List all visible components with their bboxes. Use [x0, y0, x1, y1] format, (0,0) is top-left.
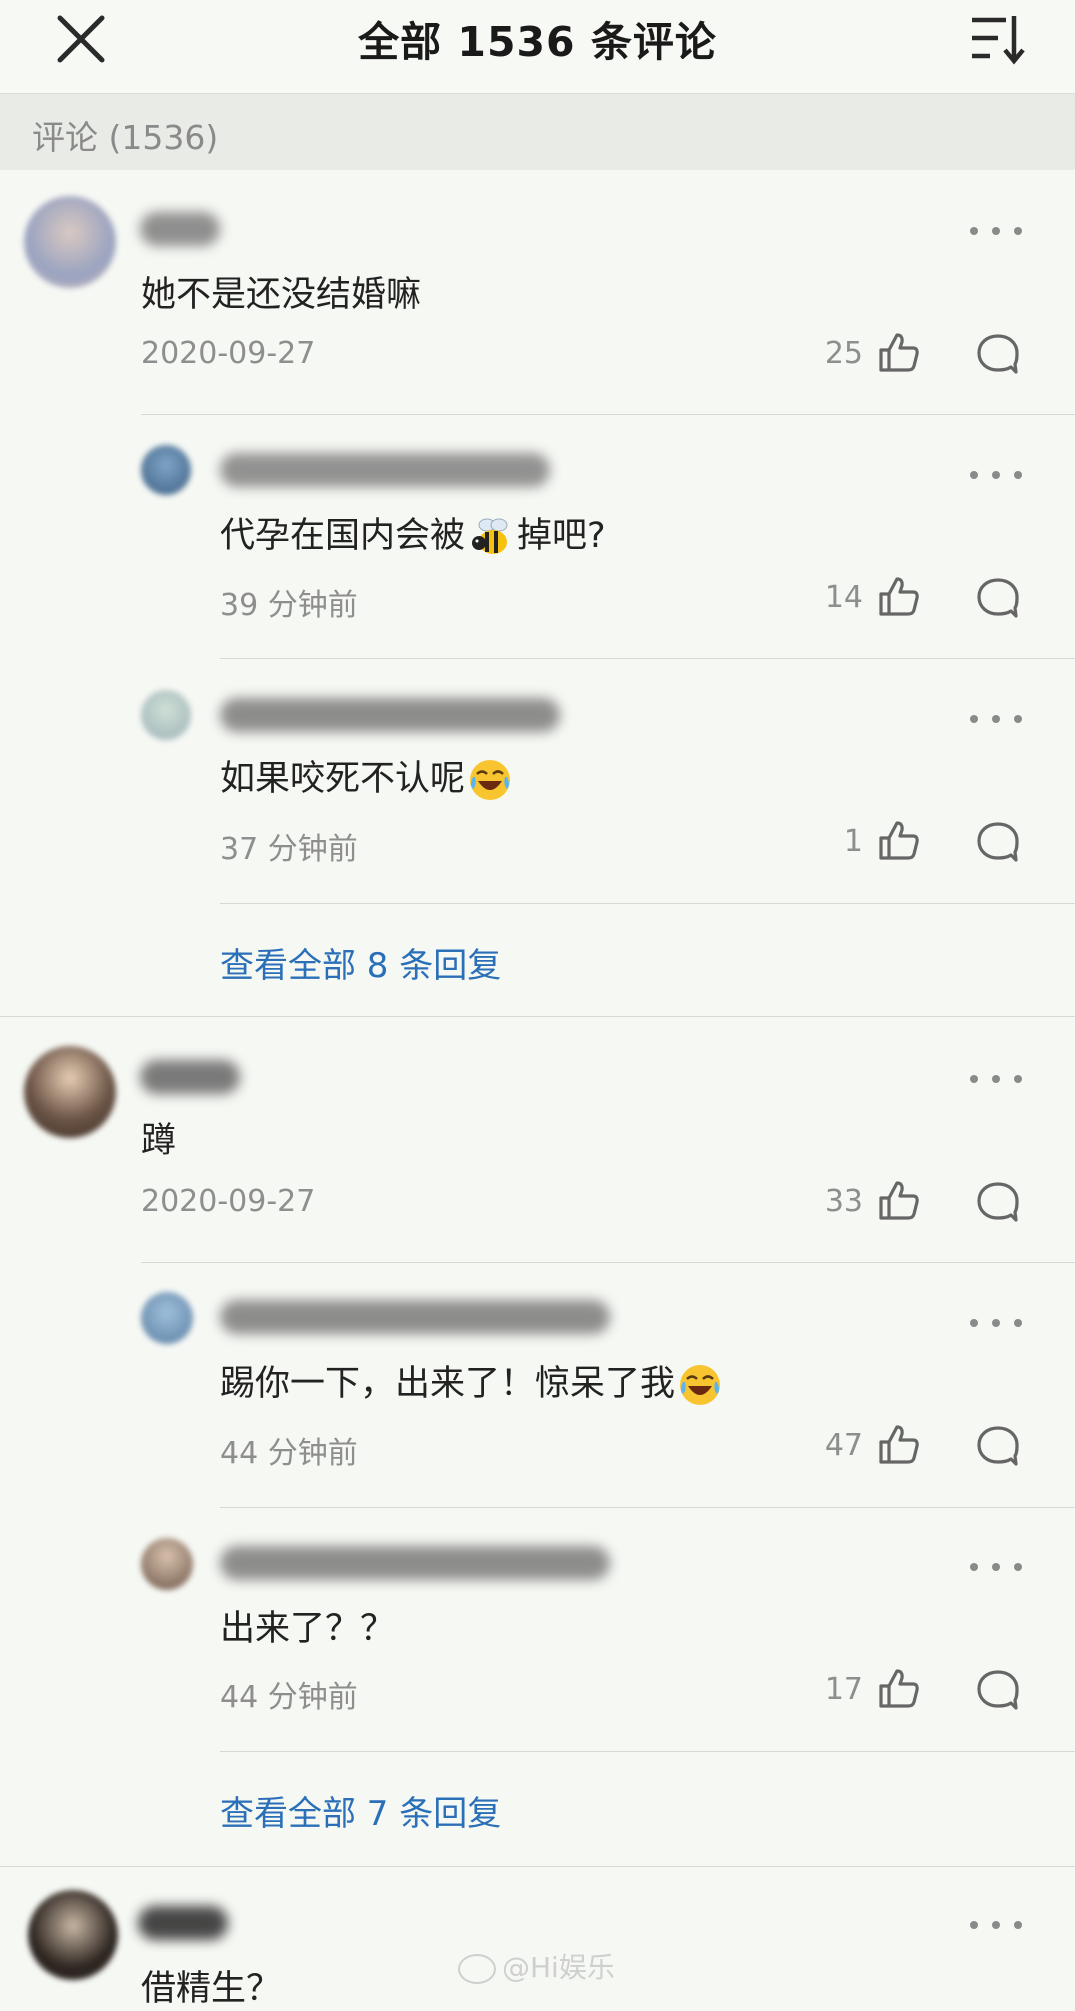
- thread-divider: [0, 1866, 1075, 1867]
- weibo-logo-icon: [458, 1954, 496, 1984]
- thumbs-up-icon[interactable]: [876, 574, 922, 620]
- more-options-icon[interactable]: [970, 468, 1022, 482]
- like-count: 17: [824, 1672, 863, 1707]
- username-blurred[interactable]: [220, 453, 550, 487]
- header-bar: 全部 1536 条评论: [0, 0, 1075, 94]
- thumbs-up-icon[interactable]: [876, 1422, 922, 1468]
- comment-time: 2020-09-27: [141, 336, 316, 371]
- reply-bubble-icon[interactable]: [975, 1668, 1021, 1714]
- like-count: 1: [843, 824, 863, 859]
- view-all-replies-link[interactable]: 查看全部 8 条回复: [220, 938, 501, 987]
- laughing-crying-emoji: [470, 760, 511, 800]
- username-blurred[interactable]: [220, 1546, 610, 1580]
- username-blurred[interactable]: [220, 698, 560, 732]
- reply-text: 代孕在国内会被 掉吧?: [220, 507, 606, 561]
- divider: [141, 1262, 1075, 1263]
- view-all-replies-link[interactable]: 查看全部 7 条回复: [220, 1786, 501, 1835]
- watermark: @Hi娱乐: [458, 1946, 615, 1986]
- more-options-icon[interactable]: [970, 1560, 1022, 1574]
- comment-text: 借精生？: [141, 1969, 282, 2009]
- avatar[interactable]: [141, 690, 191, 740]
- like-count: 33: [824, 1184, 863, 1219]
- thumbs-up-icon[interactable]: [876, 1666, 922, 1712]
- laughing-crying-emoji: [680, 1365, 721, 1405]
- comment-text: 她不是还没结婚嘛: [141, 275, 422, 315]
- reply-time: 37 分钟前: [220, 832, 358, 867]
- comments-count-label: 评论 (1536): [32, 118, 219, 157]
- avatar[interactable]: [24, 1046, 116, 1138]
- more-options-icon[interactable]: [970, 1918, 1022, 1932]
- username-blurred[interactable]: [140, 1060, 240, 1094]
- reply-bubble-icon[interactable]: [975, 1424, 1021, 1470]
- comment-time: 2020-09-27: [141, 1184, 316, 1219]
- like-count: 47: [824, 1428, 863, 1463]
- divider: [220, 1751, 1075, 1752]
- reply-text: 出来了？？: [220, 1609, 396, 1649]
- bee-emoji: [472, 518, 508, 554]
- avatar[interactable]: [24, 196, 116, 288]
- more-options-icon[interactable]: [970, 1316, 1022, 1330]
- thumbs-up-icon[interactable]: [876, 818, 922, 864]
- more-options-icon[interactable]: [970, 1072, 1022, 1086]
- avatar[interactable]: [141, 1538, 193, 1590]
- avatar[interactable]: [141, 1292, 193, 1344]
- divider: [220, 903, 1075, 904]
- comment-text: 蹲: [141, 1121, 177, 1161]
- reply-time: 44 分钟前: [220, 1436, 358, 1471]
- reply-text: 踢你一下，出来了！惊呆了我: [220, 1355, 725, 1408]
- reply-time: 44 分钟前: [220, 1680, 358, 1715]
- divider: [220, 1507, 1075, 1508]
- comments-section-header: 评论 (1536): [0, 94, 1075, 170]
- reply-bubble-icon[interactable]: [975, 1180, 1021, 1226]
- divider: [220, 658, 1075, 659]
- thumbs-up-icon[interactable]: [876, 1178, 922, 1224]
- reply-time: 39 分钟前: [220, 588, 358, 623]
- thread-divider: [0, 1016, 1075, 1017]
- avatar[interactable]: [28, 1890, 118, 1980]
- more-options-icon[interactable]: [970, 712, 1022, 726]
- username-blurred[interactable]: [138, 1906, 228, 1940]
- page-title: 全部 1536 条评论: [358, 18, 717, 66]
- reply-bubble-icon[interactable]: [975, 576, 1021, 622]
- more-options-icon[interactable]: [970, 224, 1022, 238]
- reply-bubble-icon[interactable]: [975, 332, 1021, 378]
- avatar[interactable]: [141, 445, 191, 495]
- reply-bubble-icon[interactable]: [975, 820, 1021, 866]
- sort-button[interactable]: [968, 12, 1028, 68]
- like-count: 14: [824, 580, 863, 615]
- username-blurred[interactable]: [220, 1300, 610, 1334]
- thumbs-up-icon[interactable]: [876, 330, 922, 376]
- like-count: 25: [824, 336, 863, 371]
- sort-icon: [972, 16, 1025, 65]
- reply-text: 如果咬死不认呢: [220, 750, 515, 803]
- divider: [141, 414, 1075, 415]
- username-blurred[interactable]: [140, 212, 220, 246]
